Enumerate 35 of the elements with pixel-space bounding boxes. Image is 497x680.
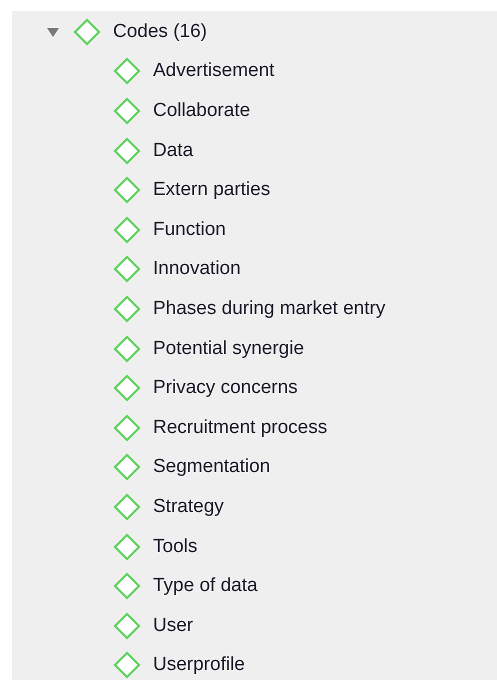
tree-item[interactable]: Data (153, 140, 194, 162)
diamond-icon (113, 414, 141, 442)
tree-item[interactable]: Privacy concerns (153, 377, 298, 400)
tree-item[interactable]: Phases during market entry (153, 298, 386, 320)
tree-item[interactable]: Codes (16) (113, 20, 207, 43)
diamond-icon (73, 18, 101, 46)
tree-item[interactable]: Advertisement (153, 60, 274, 82)
tree-item[interactable]: Userprofile (153, 654, 245, 676)
tree-item[interactable]: Potential synergie (153, 338, 304, 360)
tree-item[interactable]: Segmentation (153, 456, 270, 478)
diamond-icon (113, 255, 141, 284)
diamond-icon (113, 96, 141, 125)
disclosure-triangle-icon[interactable] (46, 26, 60, 38)
diamond-icon (113, 136, 141, 165)
diamond-icon (113, 612, 141, 640)
diamond-icon (113, 294, 141, 323)
diamond-icon (113, 492, 141, 521)
tree-item[interactable]: Strategy (153, 496, 224, 518)
tree-item[interactable]: Type of data (153, 575, 258, 598)
tree-item[interactable]: Extern parties (153, 179, 270, 202)
diamond-icon (113, 453, 141, 482)
tree-item[interactable]: Function (153, 218, 226, 241)
tree-item[interactable]: Tools (153, 536, 198, 558)
diamond-icon (113, 216, 141, 244)
diamond-icon (113, 532, 141, 561)
diamond-icon (113, 334, 141, 363)
tree-item[interactable]: Innovation (153, 258, 241, 280)
diamond-icon (113, 374, 141, 402)
diamond-icon (113, 176, 141, 204)
tree-item[interactable]: Recruitment process (153, 416, 328, 439)
diamond-icon (113, 651, 141, 680)
diamond-icon (113, 572, 141, 600)
tree-item[interactable]: Collaborate (153, 100, 250, 122)
diamond-icon (113, 57, 141, 86)
tree-item[interactable]: User (153, 614, 194, 637)
